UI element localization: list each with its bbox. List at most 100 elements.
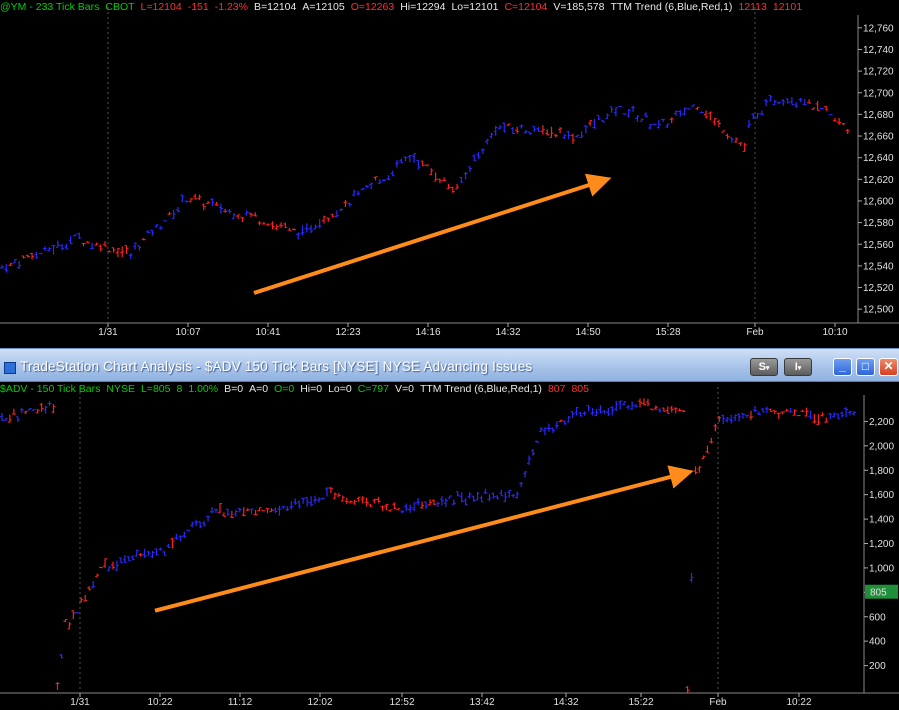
price-bar (657, 408, 662, 413)
price-bar (721, 414, 726, 425)
price-bar (446, 183, 451, 190)
x-tick-label: 12:23 (335, 327, 360, 338)
price-bar (154, 548, 159, 556)
ym-chart-panel[interactable]: 12,500 12,520 12,540 12,560 12,580 12,600 12,6… (0, 0, 899, 348)
price-bar (661, 118, 666, 122)
price-bar (605, 113, 610, 119)
price-bar (270, 221, 275, 230)
symbol-link-s-button[interactable]: S▾ (750, 358, 778, 376)
price-bar (519, 481, 524, 487)
price-bar (142, 548, 147, 558)
price-bar (27, 408, 32, 411)
price-bar (471, 495, 476, 502)
price-bar (3, 418, 8, 421)
price-bar (442, 177, 447, 182)
maximize-button[interactable]: □ (856, 358, 875, 376)
price-bar (467, 166, 472, 173)
ym-info-item: Hi=12294 (400, 1, 446, 13)
adv-info-item: $ADV - 150 Tick Bars (0, 383, 101, 395)
price-bar (396, 508, 401, 511)
price-bar (503, 492, 508, 503)
price-bar (602, 410, 607, 414)
price-bar (716, 119, 721, 128)
price-bar (186, 529, 191, 532)
price-bar (653, 405, 658, 411)
price-bar (257, 507, 262, 512)
price-bar (566, 130, 571, 140)
price-bar (476, 151, 481, 159)
price-bar (296, 232, 301, 240)
price-bar (472, 154, 477, 162)
price-bar (403, 156, 408, 162)
price-bar (277, 505, 282, 516)
price-bar (729, 137, 734, 143)
price-bar (293, 498, 298, 505)
price-bar (380, 505, 385, 511)
price-bar (499, 489, 504, 497)
ym-price-chart[interactable]: 12,500 12,520 12,540 12,560 12,580 12,600 12,6… (0, 0, 899, 348)
price-bar (535, 440, 539, 443)
price-bar (760, 407, 765, 413)
price-bar (759, 110, 764, 115)
price-bar (412, 153, 417, 163)
price-bar (174, 533, 179, 540)
x-tick-label: 14:50 (575, 327, 600, 338)
price-bar (257, 220, 262, 226)
indicator-link-i-button[interactable]: I▾ (784, 358, 812, 376)
price-bar (68, 235, 73, 245)
y-tick-label: 1,000 (869, 563, 894, 574)
price-bar (170, 537, 175, 549)
price-bar (705, 445, 710, 454)
price-bar (171, 209, 176, 220)
x-tick-label: 14:32 (495, 327, 520, 338)
adv-breadth-chart[interactable]: 2004006008001,0001,2001,4001,6001,8002,0… (0, 382, 899, 710)
y-tick-label: 200 (869, 661, 886, 672)
adv-chart-panel[interactable]: 2004006008001,0001,2001,4001,6001,8002,0… (0, 382, 899, 710)
y-tick-label: 12,720 (863, 67, 894, 78)
price-bar (7, 414, 12, 423)
ym-info-item: L=12104 (140, 1, 182, 13)
price-bar (332, 492, 337, 500)
price-bar (344, 497, 349, 505)
adv-info-item: Lo=0 (328, 383, 352, 395)
chart-window-titlebar[interactable]: TradeStation Chart Analysis - $ADV 150 T… (0, 348, 899, 382)
price-bar (34, 251, 39, 259)
y-tick-label: 12,740 (863, 45, 894, 56)
close-button[interactable]: ✕ (879, 358, 898, 376)
price-bar (789, 97, 794, 106)
price-bar (248, 212, 253, 217)
price-bar (19, 407, 24, 413)
price-bar (562, 420, 567, 425)
price-bar (463, 172, 468, 180)
price-bar (340, 495, 345, 502)
price-bar (182, 531, 187, 538)
price-bar (412, 502, 417, 511)
price-bar (309, 225, 314, 233)
y-tick-label: 2,200 (869, 417, 894, 428)
price-bar (768, 408, 773, 413)
price-bar (562, 134, 567, 139)
price-bar (269, 508, 274, 513)
ym-info-item: 12113 (738, 1, 767, 13)
y-tick-label: 12,580 (863, 218, 894, 229)
minimize-button[interactable]: _ (833, 358, 852, 376)
price-bar (372, 498, 377, 504)
price-bar (536, 126, 541, 132)
x-tick-label: Feb (746, 327, 764, 338)
price-bar (39, 402, 44, 412)
price-bar (780, 411, 785, 415)
price-bar (313, 495, 318, 504)
price-bar (326, 217, 331, 222)
price-bar (553, 133, 558, 138)
ym-info-bar: @YM - 233 Tick Bars CBOT L=12104 -151 -1.23%… (0, 0, 808, 14)
price-bar (194, 519, 199, 527)
price-bar (356, 496, 361, 502)
price-bar (229, 510, 234, 519)
price-bar (479, 495, 484, 503)
price-bar (176, 206, 181, 213)
price-bar (261, 510, 266, 512)
price-bar (699, 111, 704, 114)
price-bar (356, 190, 361, 196)
price-bar (483, 488, 488, 495)
price-bar (475, 492, 480, 501)
